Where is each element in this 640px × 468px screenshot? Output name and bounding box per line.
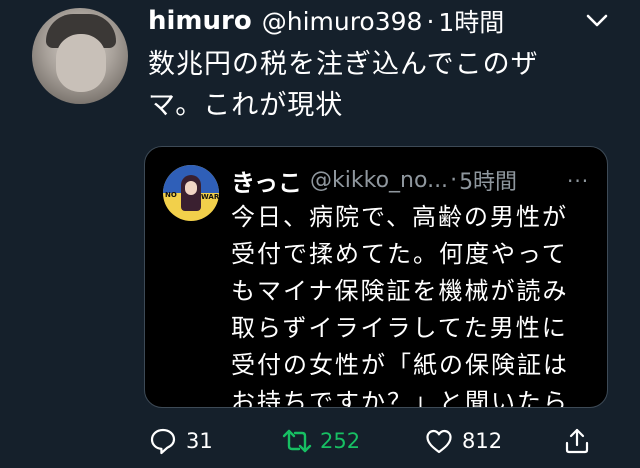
author-handle[interactable]: @himuro398 bbox=[262, 7, 423, 36]
quoted-text-line: お持ちですか？」と聞いたら bbox=[231, 388, 569, 408]
like-icon bbox=[426, 429, 452, 454]
like-button[interactable]: 812 bbox=[424, 426, 502, 456]
quoted-author-avatar[interactable]: NO WAR bbox=[163, 165, 219, 221]
avatar-figure-face bbox=[185, 181, 197, 195]
quoted-text-line: 受付で揉めてた。何度やって bbox=[231, 240, 568, 268]
reply-icon bbox=[150, 428, 176, 455]
reply-button[interactable]: 31 bbox=[148, 426, 213, 456]
avatar-face bbox=[56, 34, 106, 92]
avatar-label-right: WAR bbox=[201, 193, 219, 201]
quoted-author-name: きっこ bbox=[231, 168, 303, 197]
tweet-time[interactable]: 1時間 bbox=[438, 3, 504, 39]
quoted-time: 5時間 bbox=[459, 170, 518, 195]
tweet-header: himuro @himuro398 · 1時間 bbox=[148, 4, 504, 38]
retweet-button[interactable]: 252 bbox=[282, 426, 360, 456]
retweet-count: 252 bbox=[320, 429, 361, 453]
quoted-text: 今日、病院で、高齢の男性が 受付で揉めてた。何度やって もマイナ保険証を機械が読… bbox=[231, 199, 591, 408]
quoted-header: きっこ @kikko_no... · 5時間 bbox=[231, 165, 518, 197]
quoted-text-line: 受付の女性が「紙の保険証は bbox=[231, 351, 569, 379]
tweet-text-line: マ。これが現状 bbox=[148, 90, 344, 121]
reply-count: 31 bbox=[186, 429, 213, 453]
like-count: 812 bbox=[462, 429, 503, 453]
share-button[interactable] bbox=[562, 426, 592, 456]
quoted-text-line: 今日、病院で、高齢の男性が bbox=[231, 203, 569, 231]
quoted-separator: · bbox=[450, 167, 458, 193]
quoted-text-line: 取らずイライラしてた男性に bbox=[231, 314, 568, 342]
share-icon bbox=[565, 428, 589, 454]
chevron-down-icon[interactable] bbox=[582, 10, 612, 32]
action-bar: 31 252 812 bbox=[0, 420, 640, 464]
more-options-icon[interactable]: ··· bbox=[567, 169, 589, 193]
avatar-label-left: NO bbox=[165, 191, 177, 199]
tweet-text: 数兆円の税を注ぎ込んでこのザ マ。これが現状 bbox=[148, 44, 618, 126]
retweet-icon bbox=[282, 429, 312, 453]
author-avatar[interactable] bbox=[32, 8, 128, 104]
tweet-text-line: 数兆円の税を注ぎ込んでこのザ bbox=[148, 49, 539, 80]
quoted-text-line: もマイナ保険証を機械が読み bbox=[231, 277, 569, 305]
header-separator: · bbox=[426, 6, 435, 36]
author-name[interactable]: himuro bbox=[148, 6, 252, 36]
quoted-tweet[interactable]: NO WAR きっこ @kikko_no... · 5時間 ··· 今日、病院で… bbox=[144, 146, 608, 408]
quoted-author-handle: @kikko_no... bbox=[310, 167, 449, 193]
